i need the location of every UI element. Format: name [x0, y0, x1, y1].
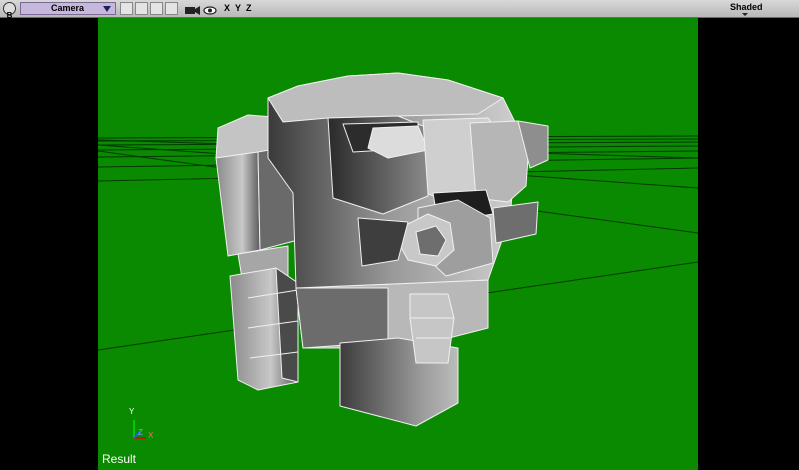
layout-slot-2[interactable] [135, 2, 148, 15]
view-menu-label: Camera [51, 3, 85, 13]
panel-badge-icon[interactable]: B [3, 2, 16, 20]
layout-slot-3[interactable] [150, 2, 163, 15]
robot-upper-body [267, 72, 549, 289]
axis-gizmo-x-label: X [148, 431, 154, 440]
robot-base [295, 279, 489, 427]
layout-slot-1[interactable] [120, 2, 133, 15]
view-menu-dropdown[interactable]: Camera [20, 2, 116, 15]
axis-gizmo-y-label: Y [129, 407, 135, 416]
dropdown-arrow-icon [103, 6, 111, 12]
shading-dropdown-icon [742, 13, 748, 16]
camera-icon[interactable] [184, 2, 201, 15]
viewport-toolbar: B Camera X Y Z Shaded [0, 0, 799, 20]
3d-viewport[interactable]: Y Z X Result [98, 18, 698, 470]
eye-icon[interactable] [203, 2, 217, 15]
axis-toggle-y[interactable]: Y [235, 2, 241, 15]
layout-slot-4[interactable] [165, 2, 178, 15]
shading-dropdown[interactable]: Shaded [726, 2, 766, 16]
shading-label: Shaded [730, 2, 763, 12]
viewport-result-label: Result [102, 452, 137, 466]
axis-toggle-z[interactable]: Z [246, 2, 252, 15]
axis-gizmo-z-label: Z [138, 428, 143, 437]
axis-toggle-x[interactable]: X [224, 2, 230, 15]
viewport-scene [98, 72, 698, 439]
